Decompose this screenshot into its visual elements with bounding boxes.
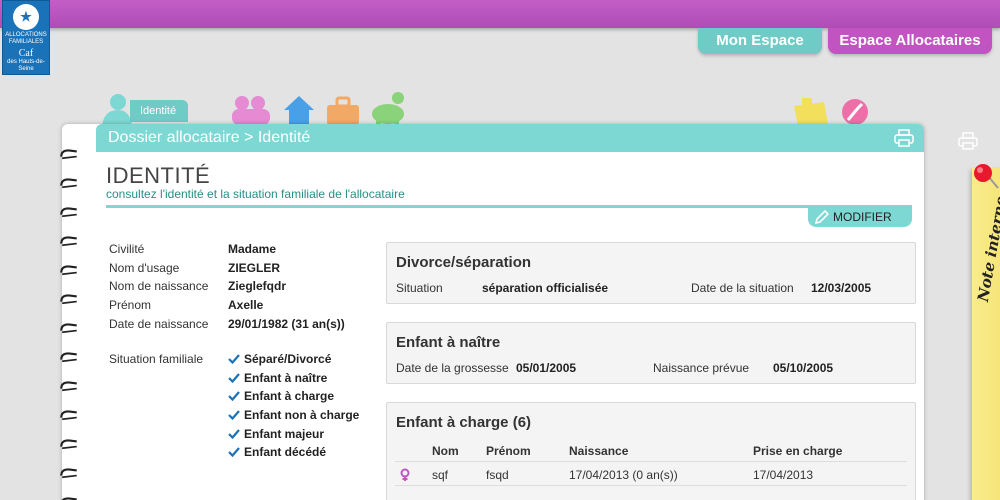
expected-birth-label: Naissance prévue <box>653 361 750 375</box>
page-title: IDENTITÉ <box>106 163 211 188</box>
panel-title: Enfant à charge (6) <box>396 414 532 431</box>
info-value: Zieglefqdr <box>228 279 287 293</box>
situation-field-value: séparation officialisée <box>482 281 609 295</box>
table-row[interactable]: sqf fsqd 17/04/2013 (0 an(s)) 17/04/2013 <box>395 464 907 486</box>
date-situation-label: Date de la situation <box>691 281 794 295</box>
pregnancy-date-value: 05/01/2005 <box>516 361 577 375</box>
checkmark-icon <box>228 391 240 402</box>
info-row-civilite: Civilité Madame <box>109 242 379 260</box>
pencil-icon <box>814 209 830 225</box>
modify-button[interactable]: MODIFIER <box>808 207 912 227</box>
compass-icon[interactable] <box>838 96 872 126</box>
title-divider <box>106 205 912 208</box>
unborn-child-panel: Enfant à naître Date de la grossesse 05/… <box>386 322 916 384</box>
column-header: Prénom <box>486 444 531 458</box>
tab-espace-allocataires[interactable]: Espace Allocataires <box>828 28 992 54</box>
logo-line1: ALLOCATIONS <box>5 32 47 38</box>
modify-label: MODIFIER <box>833 210 892 224</box>
info-label: Date de naissance <box>109 317 209 331</box>
logo-line2: FAMILIALES <box>8 39 44 45</box>
house-icon[interactable] <box>282 94 316 126</box>
logo-caf: Caf <box>18 48 34 59</box>
spiral-ring-icon <box>60 439 77 450</box>
situation-field-label: Situation <box>396 281 443 295</box>
checkmark-icon <box>228 410 240 421</box>
section-tab-identite[interactable]: Identité <box>130 100 188 122</box>
family-icon[interactable] <box>230 95 272 125</box>
spiral-ring-icon <box>60 294 77 305</box>
column-header: Naissance <box>569 444 629 458</box>
spiral-ring-icon <box>60 265 77 276</box>
checkmark-icon <box>228 354 240 365</box>
spiral-ring-icon <box>60 323 77 334</box>
spiral-ring-icon <box>60 410 77 421</box>
spiral-ring-icon <box>60 352 77 363</box>
spiral-ring-icon <box>60 149 77 160</box>
cell-prenom: fsqd <box>486 468 509 482</box>
info-row-nom-naissance: Nom de naissance Zieglefqdr <box>109 279 379 297</box>
caf-logo[interactable]: ★ ALLOCATIONS FAMILIALES Caf des Hauts-d… <box>2 0 50 75</box>
spiral-ring-icon <box>60 468 77 479</box>
date-situation-value: 12/03/2005 <box>811 281 872 295</box>
print-icon[interactable] <box>894 129 914 147</box>
situation-item: Enfant non à charge <box>228 408 359 422</box>
spiral-ring-icon <box>61 497 77 500</box>
top-bar <box>0 0 1000 28</box>
info-value: Madame <box>228 242 277 256</box>
pushpin-icon <box>974 164 999 189</box>
tab-mon-espace[interactable]: Mon Espace <box>698 28 822 54</box>
situation-item: Séparé/Divorcé <box>228 352 331 366</box>
cell-nom: sqf <box>432 468 449 482</box>
clipboard-icon[interactable] <box>790 96 830 126</box>
info-value: 29/01/1982 (31 an(s)) <box>228 317 345 331</box>
checkmark-icon <box>228 429 240 440</box>
info-label: Nom d'usage <box>109 261 180 275</box>
piggy-bank-icon[interactable] <box>370 90 410 126</box>
spiral-ring-icon <box>60 236 77 247</box>
info-value: ZIEGLER <box>228 261 281 275</box>
spiral-ring-icon <box>60 178 77 189</box>
info-label: Civilité <box>109 242 145 256</box>
column-header: Nom <box>432 444 459 458</box>
situation-item: Enfant à naître <box>228 371 327 385</box>
pregnancy-date-label: Date de la grossesse <box>396 361 509 375</box>
info-row-prenom: Prénom Axelle <box>109 298 379 316</box>
info-row-date-naissance: Date de naissance 29/01/1982 (31 an(s)) <box>109 317 379 335</box>
print-icon-outside[interactable] <box>958 132 978 150</box>
info-label: Prénom <box>109 298 152 312</box>
situation-item: Enfant à charge <box>228 389 334 403</box>
situation-label: Situation familiale <box>109 352 204 366</box>
info-label: Nom de naissance <box>109 279 209 293</box>
page-subtitle: consultez l'identité et la situation fam… <box>106 187 405 201</box>
checkmark-icon <box>228 373 240 384</box>
briefcase-icon[interactable] <box>325 96 361 126</box>
breadcrumb: Dossier allocataire > Identité <box>96 124 924 152</box>
expected-birth-value: 05/10/2005 <box>773 361 834 375</box>
panel-title: Divorce/séparation <box>396 254 532 271</box>
situation-item: Enfant décédé <box>228 445 326 459</box>
caf-emblem-icon: ★ <box>13 4 39 30</box>
cell-prise-en-charge: 17/04/2013 <box>753 468 814 482</box>
cell-naissance: 17/04/2013 (0 an(s)) <box>569 468 678 482</box>
info-value: Axelle <box>228 298 264 312</box>
logo-region: des Hauts-de-Seine <box>7 59 45 72</box>
female-icon <box>400 468 410 481</box>
spiral-ring-icon <box>60 381 77 392</box>
column-header: Prise en charge <box>753 444 843 458</box>
checkmark-icon <box>228 447 240 458</box>
info-row-nom-usage: Nom d'usage ZIEGLER <box>109 261 379 279</box>
person-icon[interactable] <box>98 92 132 126</box>
panel-title: Enfant à naître <box>396 334 501 351</box>
situation-item: Enfant majeur <box>228 427 324 441</box>
table-header: Nom Prénom Naissance Prise en charge <box>395 440 907 462</box>
divorce-panel: Divorce/séparation Situation séparation … <box>386 242 916 304</box>
spiral-ring-icon <box>60 207 77 218</box>
